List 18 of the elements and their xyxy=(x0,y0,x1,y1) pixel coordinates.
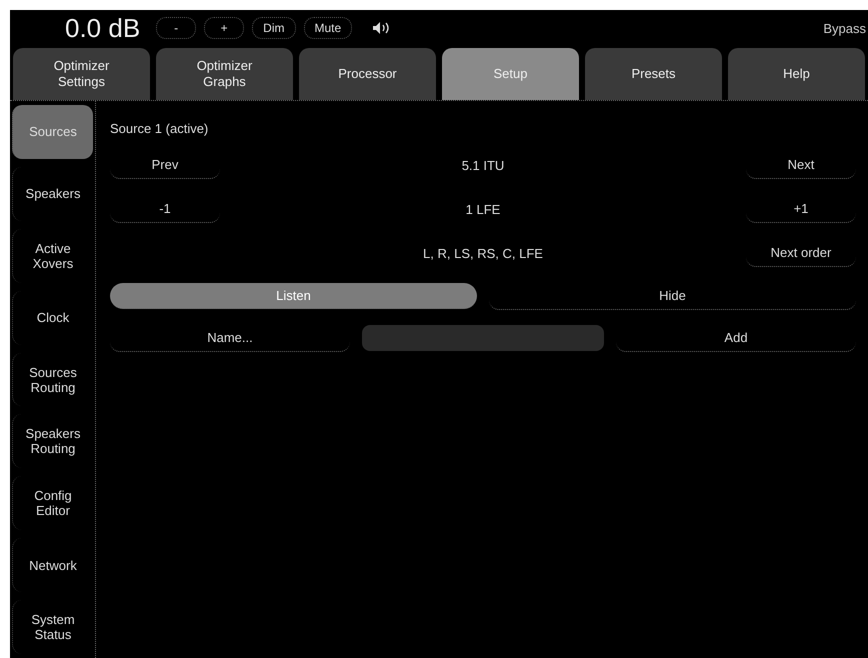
tab[interactable]: Help xyxy=(728,48,865,100)
bypass-button[interactable]: Bypass xyxy=(823,20,868,36)
tab[interactable]: Optimizer Settings xyxy=(13,48,150,100)
setting-value: 1 LFE xyxy=(466,202,500,216)
tab[interactable]: Presets xyxy=(585,48,722,100)
top-button[interactable]: Mute xyxy=(304,17,352,39)
tab[interactable]: Optimizer Graphs xyxy=(156,48,293,100)
tab[interactable]: Processor xyxy=(299,48,436,100)
top-button[interactable]: - xyxy=(156,17,196,39)
setting-value: L, R, LS, RS, C, LFE xyxy=(423,246,543,260)
top-button[interactable]: Dim xyxy=(252,17,296,39)
source-title: Source 1 (active) xyxy=(110,120,210,138)
name-field[interactable] xyxy=(362,325,604,351)
top-button[interactable]: + xyxy=(204,17,244,39)
listen-button[interactable]: Listen xyxy=(110,283,477,309)
gain-reading: 0.0 dB xyxy=(65,12,140,44)
setting-value: 5.1 ITU xyxy=(462,158,504,172)
sidebar-item[interactable]: Sources xyxy=(12,105,93,159)
